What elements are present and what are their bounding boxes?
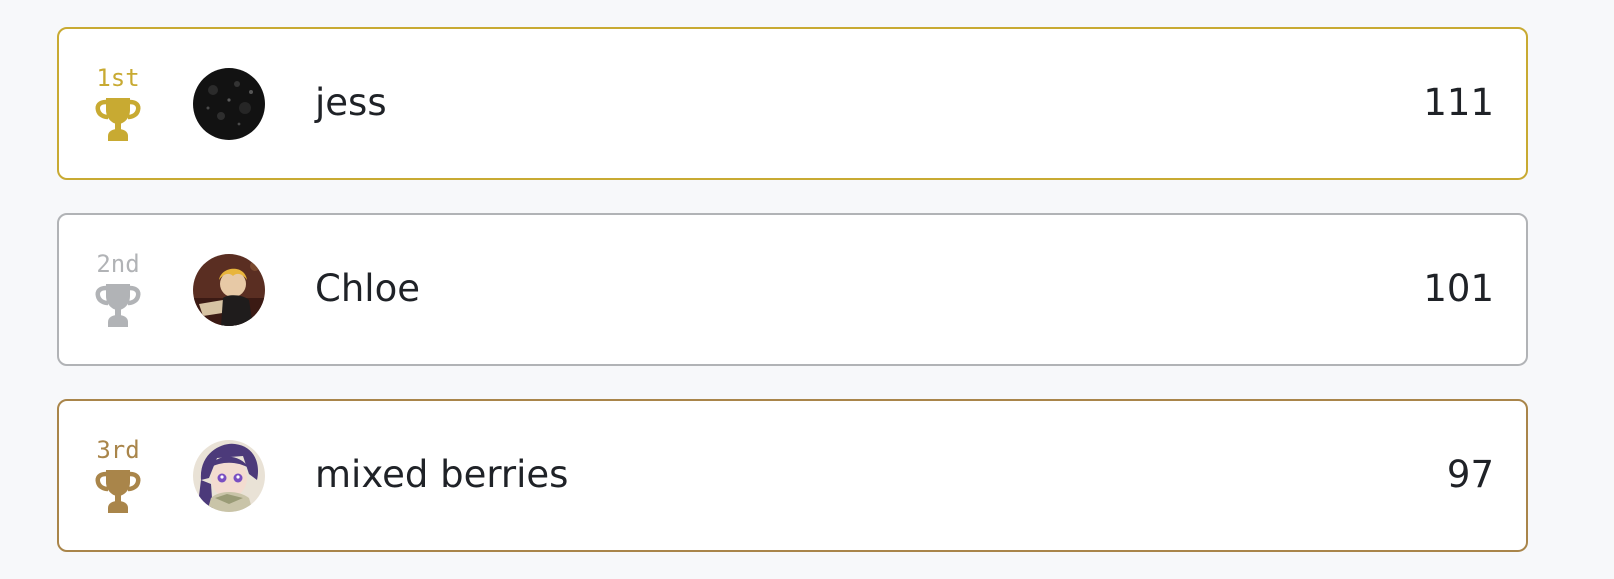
leaderboard-row-1[interactable]: 1st jess 111 (57, 27, 1528, 180)
leaderboard-row-2[interactable]: 2nd Chloe 101 (57, 213, 1528, 366)
rank-label: 1st (96, 64, 140, 92)
avatar[interactable] (193, 68, 265, 140)
leaderboard: 1st jess 111 2nd Chloe 101 3rd mixed ber… (57, 27, 1528, 552)
leaderboard-row-3[interactable]: 3rd mixed berries 97 (57, 399, 1528, 552)
username[interactable]: jess (315, 79, 387, 127)
anime-purple-hair-avatar (193, 440, 265, 512)
score: 101 (1423, 267, 1494, 310)
username[interactable]: Chloe (315, 265, 420, 313)
score: 97 (1446, 453, 1494, 496)
username[interactable]: mixed berries (315, 451, 568, 499)
avatar[interactable] (193, 440, 265, 512)
dark-starry-avatar (193, 68, 265, 140)
trophy-silver-icon (95, 284, 141, 327)
anime-character-reading-avatar (193, 254, 265, 326)
score: 111 (1423, 81, 1494, 124)
rank-block: 3rd (91, 437, 145, 515)
rank-label: 2nd (96, 250, 140, 278)
avatar[interactable] (193, 254, 265, 326)
rank-block: 1st (91, 65, 145, 143)
trophy-bronze-icon (95, 470, 141, 513)
rank-block: 2nd (91, 251, 145, 329)
rank-label: 3rd (96, 436, 140, 464)
trophy-gold-icon (95, 98, 141, 141)
